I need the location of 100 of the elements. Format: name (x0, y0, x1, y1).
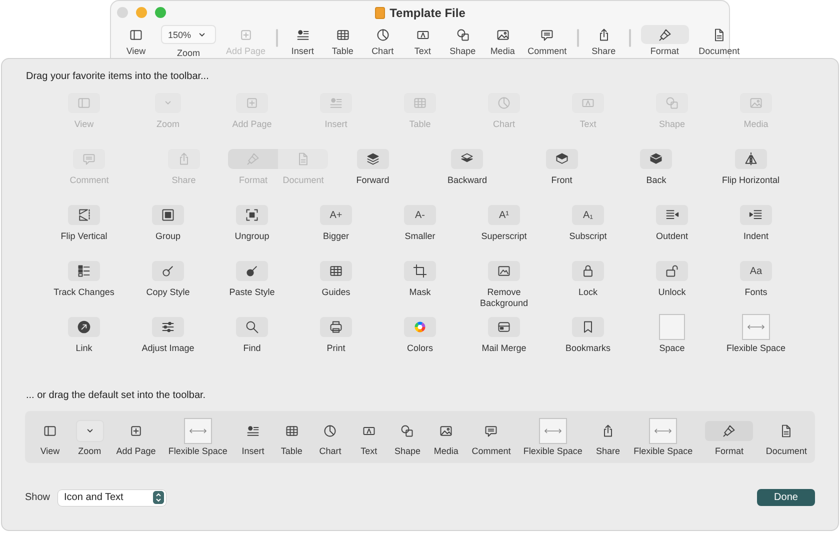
layers-icon (366, 152, 380, 166)
list-icon (246, 424, 260, 438)
palette-item[interactable]: Paste Style (229, 258, 275, 314)
palette-item[interactable]: Lock (572, 258, 604, 314)
palette-item[interactable]: Outdent (656, 202, 688, 258)
group-icon (161, 208, 175, 222)
default-item[interactable]: Chart (317, 418, 344, 456)
default-item[interactable]: Table (278, 418, 305, 456)
palette-item[interactable]: Forward (356, 146, 390, 202)
palette-item[interactable]: Group (152, 202, 184, 258)
palette-item[interactable]: Aa Fonts (740, 258, 772, 314)
palette-item[interactable]: Remove Background (463, 258, 545, 314)
lock-icon (581, 264, 595, 278)
palette-item[interactable]: Unlock (656, 258, 688, 314)
pie-chart-icon (497, 96, 511, 110)
search-icon (245, 320, 259, 334)
close-button[interactable] (117, 7, 128, 18)
palette-item[interactable]: Copy Style (146, 258, 190, 314)
table-icon (284, 424, 299, 438)
paintbrush-icon (246, 152, 260, 166)
default-item[interactable]: Media (433, 418, 460, 456)
default-item[interactable]: Text (356, 418, 382, 456)
done-button[interactable]: Done (757, 489, 815, 506)
track-changes-icon (76, 264, 91, 278)
toolbar-separator (576, 29, 579, 47)
palette-item[interactable]: Back (640, 146, 672, 202)
sliders-icon (161, 320, 175, 334)
palette-item[interactable]: Ungroup (234, 202, 270, 258)
default-item[interactable]: Flexible Space (634, 418, 693, 456)
palette-item[interactable]: A- Smaller (404, 202, 436, 258)
palette-item[interactable]: Guides (320, 258, 352, 314)
palette-item[interactable]: Colors (404, 314, 436, 370)
palette-item[interactable]: A₁ Subscript (569, 202, 607, 258)
panel-icon (77, 96, 91, 110)
default-item[interactable]: Insert (240, 418, 266, 456)
palette-item[interactable]: Backward (447, 146, 487, 202)
palette-item[interactable]: Flip Horizontal (722, 146, 780, 202)
toolbar-separator (276, 29, 278, 47)
table-icon (413, 96, 427, 110)
default-item[interactable]: Share (595, 418, 621, 456)
palette-item[interactable]: Space (659, 314, 685, 370)
ungroup-icon (245, 208, 259, 222)
plus-square-icon (244, 96, 259, 110)
default-item[interactable]: View (37, 418, 63, 456)
paintbrush-icon (658, 28, 672, 42)
default-set-bar[interactable]: View Zoom Add Page Flexible Space Insert Table Chart Text Shape Media Comment Flexible Space Share Flexible Space Format Document (25, 411, 815, 463)
unlock-icon (665, 264, 679, 278)
crop-icon (413, 264, 427, 278)
palette-item[interactable]: Find (236, 314, 268, 370)
speech-bubble-icon (82, 152, 96, 166)
palette-item[interactable]: A+ Bigger (320, 202, 352, 258)
default-item[interactable]: Document (766, 418, 807, 456)
color-wheel-icon (413, 320, 427, 334)
speech-bubble-icon (484, 424, 498, 438)
show-select[interactable]: Icon and Text (58, 490, 166, 506)
default-item[interactable]: Flexible Space (168, 418, 228, 456)
palette-item[interactable]: Print (320, 314, 352, 370)
text-box-icon (581, 96, 595, 110)
paintbrush-icon (722, 424, 736, 438)
palette-item[interactable]: Flip Vertical (60, 202, 108, 258)
palette-item[interactable]: Indent (740, 202, 772, 258)
square-icon (659, 314, 685, 340)
toolbar-button[interactable]: Share (584, 25, 623, 56)
palette-item[interactable]: Flexible Space (726, 314, 786, 370)
toolbar-button[interactable]: Document (694, 25, 744, 56)
toolbar-button[interactable]: Comment (524, 25, 571, 56)
palette-item[interactable]: Link (68, 314, 100, 370)
palette-item[interactable]: Track Changes (54, 258, 114, 314)
default-item[interactable]: Comment (472, 418, 511, 456)
minimize-button[interactable] (136, 7, 147, 18)
stack-icon (649, 152, 664, 166)
default-item[interactable]: Shape (394, 418, 420, 456)
list-icon (329, 96, 343, 110)
palette-item[interactable]: Mail Merge (482, 314, 526, 370)
palette-item[interactable]: Bookmarks (565, 314, 610, 370)
toolbar-button[interactable]: Table (324, 25, 362, 56)
speech-bubble-icon (540, 28, 554, 42)
plus-square-icon (128, 424, 143, 438)
palette-item[interactable]: Mask (404, 258, 436, 314)
toolbar-button[interactable]: Chart (364, 25, 402, 56)
plus-square-icon (238, 28, 253, 42)
glyph-icon: A+ (330, 210, 342, 220)
envelope-icon (496, 320, 511, 334)
palette-item[interactable]: Adjust Image (142, 314, 194, 370)
toolbar-button[interactable]: Shape (444, 25, 482, 56)
pie-chart-icon (323, 424, 338, 438)
toolbar-button[interactable]: Text (404, 25, 442, 56)
maximize-button[interactable] (155, 7, 166, 18)
default-item[interactable]: Flexible Space (523, 418, 582, 456)
printer-icon (329, 320, 343, 334)
toolbar-button[interactable]: Insert (284, 25, 322, 56)
document-icon (296, 152, 310, 166)
pie-chart-icon (376, 28, 390, 42)
toolbar-button[interactable]: Media (484, 25, 522, 56)
toolbar-button[interactable]: View (117, 25, 155, 56)
palette-item[interactable]: A¹ Superscript (481, 202, 527, 258)
default-item[interactable]: Add Page (116, 418, 156, 456)
glyph-icon: A¹ (499, 210, 509, 220)
palette-item[interactable]: Front (546, 146, 578, 202)
grid-icon (329, 264, 343, 278)
